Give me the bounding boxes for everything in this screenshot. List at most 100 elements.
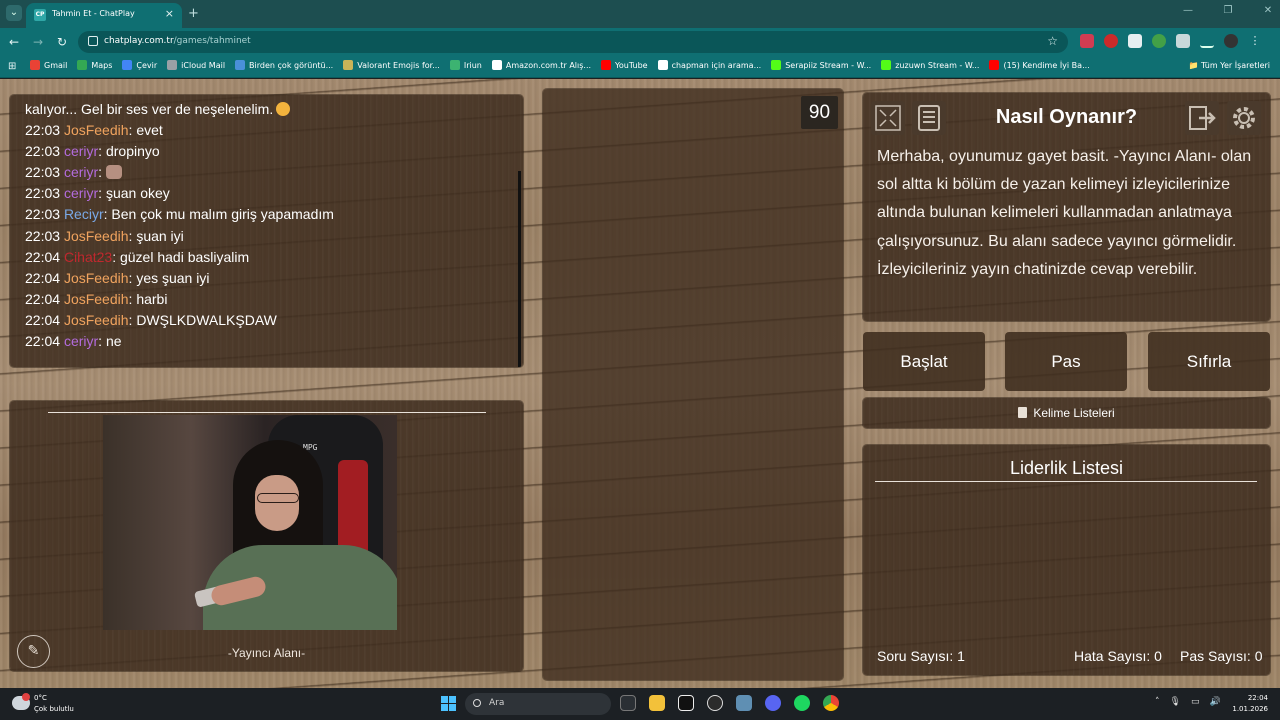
chat-username[interactable]: ceriyr <box>64 185 98 201</box>
back-icon[interactable]: ← <box>9 35 19 49</box>
taskbar-search[interactable]: Ara <box>465 693 611 715</box>
chat-emote-image <box>105 165 122 180</box>
chat-message: 22:03 JosFeedih: şuan iyi <box>25 227 184 244</box>
volume-icon[interactable]: 🔊 <box>1209 697 1220 707</box>
tab-active[interactable]: CP Tahmin Et - ChatPlay × <box>26 3 182 28</box>
bookmark-label: iCloud Mail <box>181 60 226 70</box>
streamer-glasses <box>257 493 299 503</box>
bookmark-item[interactable]: Çevir <box>122 60 157 70</box>
reload-icon[interactable]: ↻ <box>57 35 67 49</box>
system-tray: ˄ 🎙 ▭ 🔊 <box>1155 697 1221 707</box>
bookmark-favicon-icon <box>881 60 892 70</box>
bookmark-favicon-icon <box>167 60 178 70</box>
chat-username[interactable]: JosFeedih <box>64 228 129 244</box>
bookmark-item[interactable]: Gmail <box>30 60 67 70</box>
bookmark-item[interactable]: Maps <box>77 60 112 70</box>
close-window-icon[interactable]: ✕ <box>1262 5 1274 16</box>
leaderboard-panel: Liderlik Listesi Soru Sayısı: 1 Hata Say… <box>863 445 1270 675</box>
tray-expand-icon[interactable]: ˄ <box>1155 697 1160 707</box>
forward-icon[interactable]: → <box>33 35 43 49</box>
bookmark-item[interactable]: Valorant Emojis for... <box>343 60 440 70</box>
apps-grid-icon[interactable]: ⊞ <box>8 61 16 72</box>
chrome-icon[interactable] <box>823 695 839 711</box>
chat-message: 22:04 ceriyr: ne <box>25 333 122 350</box>
streamer-divider <box>48 412 486 413</box>
search-label: Ara <box>489 698 505 708</box>
extension-icon[interactable] <box>1128 34 1142 48</box>
discord-icon[interactable] <box>765 695 781 711</box>
notification-badge <box>22 693 30 701</box>
new-tab-icon[interactable]: + <box>188 6 199 21</box>
bookmark-item[interactable]: Amazon.com.tr Alış... <box>491 60 591 70</box>
start-button[interactable]: Başlat <box>863 332 985 391</box>
bookmark-label: Serapiiz Stream - W... <box>785 60 872 70</box>
word-lists-label: Kelime Listeleri <box>1033 406 1115 420</box>
reading-list-icon[interactable] <box>1200 34 1214 48</box>
bookmark-item[interactable]: YouTube <box>601 60 648 70</box>
pass-button[interactable]: Pas <box>1005 332 1127 391</box>
bookmark-favicon-icon <box>122 60 133 70</box>
chat-username[interactable]: Cihat23 <box>64 249 112 265</box>
chat-messages: kalıyor... Gel bir ses ver de neşeleneli… <box>25 99 508 352</box>
browser-toolbar: ← → ↻ chatplay.com.tr/games/tahminet ☆ ⋮ <box>0 28 1280 56</box>
word-lists-button[interactable]: Kelime Listeleri <box>863 398 1270 428</box>
windows-start-icon[interactable] <box>441 696 456 711</box>
bookmark-item[interactable]: Iriun <box>449 60 482 70</box>
extensions-puzzle-icon[interactable] <box>1176 34 1190 48</box>
bookmark-item[interactable]: Birden çok görüntü... <box>235 60 333 70</box>
profile-avatar[interactable] <box>1224 34 1238 48</box>
clock[interactable]: 22:04 1.01.2026 <box>1232 693 1268 715</box>
chat-time: 22:03 <box>25 227 61 244</box>
chat-username[interactable]: ceriyr <box>64 164 98 180</box>
site-info-icon[interactable] <box>88 36 98 46</box>
chat-message: 22:03 ceriyr: dropinyo <box>25 143 160 160</box>
extension-icon[interactable] <box>1104 34 1118 48</box>
minimize-icon[interactable]: — <box>1182 5 1194 16</box>
taskbar: 0°C Çok bulutlu Ara ˄ 🎙 ▭ 🔊 22:04 1.01.2… <box>0 688 1280 720</box>
all-bookmarks-folder[interactable]: 📁 Tüm Yer İşaretleri <box>1188 61 1270 70</box>
tab-close-icon[interactable]: × <box>165 7 174 20</box>
address-bar[interactable]: chatplay.com.tr/games/tahminet ☆ <box>78 31 1068 53</box>
chat-username[interactable]: Reciyr <box>64 206 104 222</box>
chat-username[interactable]: JosFeedih <box>64 270 129 286</box>
display-icon[interactable]: ▭ <box>1191 697 1200 707</box>
chat-text: şuan iyi <box>136 227 184 244</box>
settings-gear-icon[interactable] <box>1227 101 1261 135</box>
file-explorer-icon[interactable] <box>649 695 665 711</box>
weather-description: Çok bulutlu <box>34 705 74 713</box>
timer-display: 90 <box>801 96 838 129</box>
chat-time: 22:04 <box>25 269 61 286</box>
chat-scrollbar[interactable] <box>518 171 521 367</box>
bookmark-item[interactable]: iCloud Mail <box>167 60 225 70</box>
bookmark-favicon-icon <box>601 60 612 70</box>
chat-username[interactable]: JosFeedih <box>64 291 129 307</box>
audio-app-icon[interactable] <box>678 695 694 711</box>
restore-icon[interactable]: ❐ <box>1222 5 1234 16</box>
bookmark-item[interactable]: zuzuwn Stream - W... <box>881 60 979 70</box>
steam-icon[interactable] <box>707 695 723 711</box>
reset-button[interactable]: Sıfırla <box>1148 332 1270 391</box>
bookmark-item[interactable]: chapman için arama... <box>657 60 762 70</box>
bookmark-star-icon[interactable]: ☆ <box>1047 34 1058 48</box>
bookmark-label: YouTube <box>615 60 648 70</box>
chat-username[interactable]: ceriyr <box>64 333 98 349</box>
more-menu-icon[interactable]: ⋮ <box>1248 34 1262 48</box>
pen-icon[interactable]: ✎ <box>17 635 50 668</box>
chat-username[interactable]: JosFeedih <box>64 312 129 328</box>
bookmark-item[interactable]: Serapiiz Stream - W... <box>771 60 871 70</box>
task-view-icon[interactable] <box>620 695 636 711</box>
spotify-icon[interactable] <box>794 695 810 711</box>
network-app-icon[interactable] <box>736 695 752 711</box>
chat-username[interactable]: ceriyr <box>64 143 98 159</box>
bookmark-item[interactable]: (15) Kendime İyi Ba... <box>989 60 1090 70</box>
extension-icon[interactable] <box>1080 34 1094 48</box>
tab-search-icon[interactable]: ⌄ <box>6 5 22 21</box>
microphone-icon[interactable]: 🎙 <box>1170 697 1181 707</box>
chat-text: ne <box>105 333 122 350</box>
url-text: chatplay.com.tr/games/tahminet <box>104 36 251 46</box>
extension-icon[interactable] <box>1152 34 1166 48</box>
exit-icon[interactable] <box>1185 101 1219 135</box>
chat-username[interactable]: JosFeedih <box>64 122 129 138</box>
bookmark-label: chapman için arama... <box>671 60 762 70</box>
bookmark-label: Birden çok görüntü... <box>249 60 334 70</box>
